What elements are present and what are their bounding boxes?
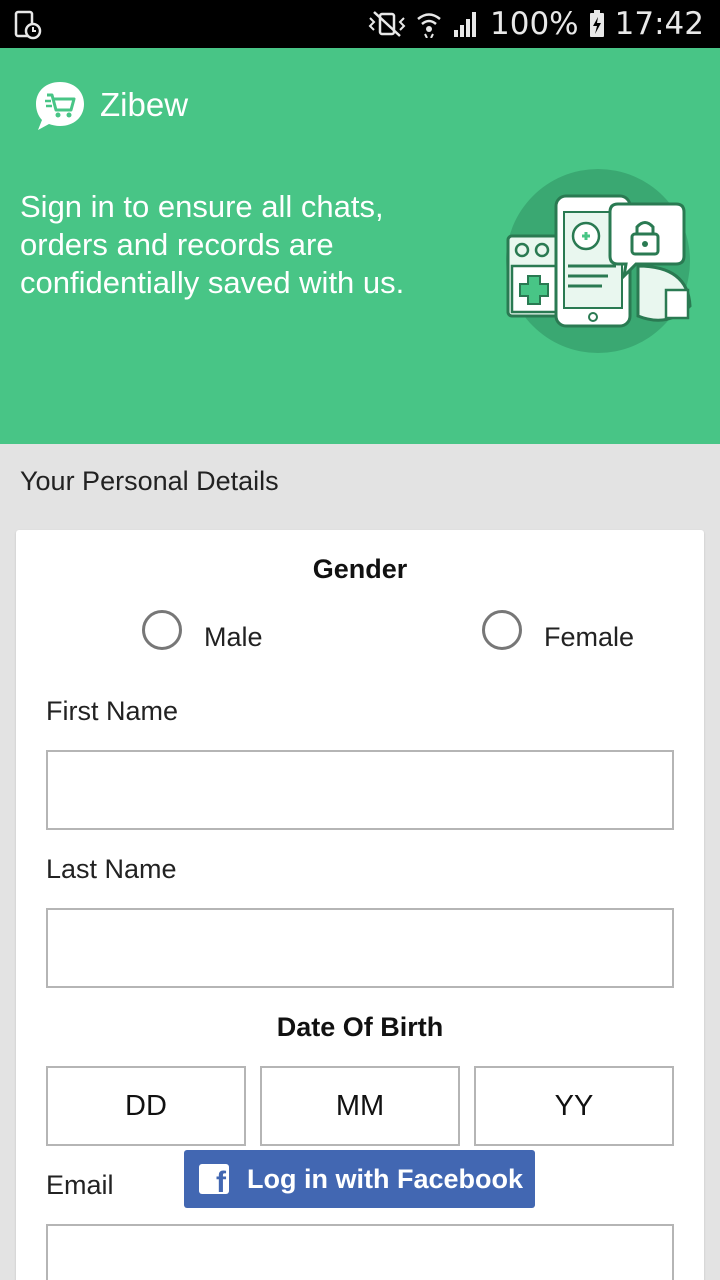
- app-logo-icon: [36, 82, 84, 130]
- header-banner: Zibew Sign in to ensure all chats, order…: [0, 48, 720, 444]
- last-name-input[interactable]: [46, 908, 674, 988]
- dob-year-field[interactable]: YY: [474, 1066, 674, 1146]
- secure-pharmacy-illustration: [506, 169, 692, 353]
- dob-month-field[interactable]: MM: [260, 1066, 460, 1146]
- email-label: Email: [46, 1170, 114, 1200]
- gender-female-radio[interactable]: [482, 610, 522, 650]
- battery-charging-icon: [589, 10, 604, 37]
- facebook-icon: f: [199, 1164, 229, 1194]
- clock-time: 17:42: [614, 6, 704, 42]
- email-input[interactable]: [46, 1224, 674, 1280]
- signin-tagline: Sign in to ensure all chats, orders and …: [20, 189, 405, 300]
- gender-male-radio[interactable]: [142, 610, 182, 650]
- battery-percent: 100%: [490, 6, 579, 42]
- last-name-label: Last Name: [46, 854, 177, 884]
- dob-day-field[interactable]: DD: [46, 1066, 246, 1146]
- facebook-login-button[interactable]: f Log in with Facebook: [184, 1150, 535, 1208]
- signal-icon: [454, 12, 477, 37]
- dob-heading: Date Of Birth: [276, 1012, 444, 1042]
- wifi-icon: [417, 13, 441, 38]
- status-bar: 100% 17:42: [0, 0, 720, 48]
- gender-female-label[interactable]: Female: [544, 622, 634, 653]
- device-clock-icon: [14, 10, 42, 40]
- first-name-input[interactable]: [46, 750, 674, 830]
- first-name-label: First Name: [46, 696, 179, 726]
- gender-male-label[interactable]: Male: [204, 622, 263, 653]
- section-title: Your Personal Details: [20, 466, 279, 496]
- app-name: Zibew: [100, 86, 189, 123]
- gender-heading: Gender: [312, 554, 408, 584]
- vibrate-mute-icon: [368, 11, 406, 37]
- facebook-login-label: Log in with Facebook: [247, 1163, 523, 1194]
